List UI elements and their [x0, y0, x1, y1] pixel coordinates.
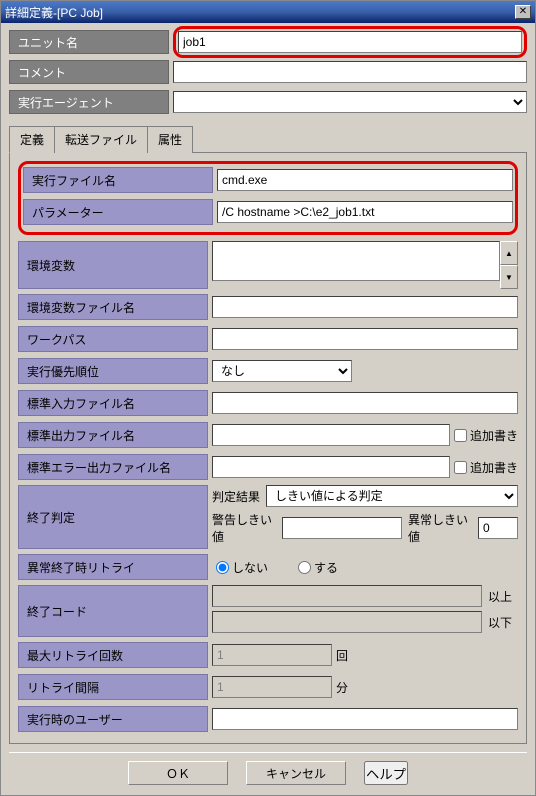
label-parameter: パラメーター: [23, 199, 213, 225]
label-env-var: 環境変数: [18, 241, 208, 289]
label-comment: コメント: [9, 60, 169, 84]
tab-definition[interactable]: 定義: [9, 126, 55, 153]
env-var-file-input[interactable]: [212, 296, 518, 318]
abn-thresh-input[interactable]: [478, 517, 518, 539]
tab-container: 定義 転送ファイル 属性 実行ファイル名 パラメーター 環境変数: [9, 125, 527, 744]
row-agent: 実行エージェント: [9, 89, 527, 115]
env-var-textarea[interactable]: [212, 241, 500, 281]
label-end-judge: 終了判定: [18, 485, 208, 549]
row-comment: コメント: [9, 59, 527, 85]
row-env-var: 環境変数 ▲ ▼: [18, 241, 518, 289]
tab-panel-definition: 実行ファイル名 パラメーター 環境変数 ▲ ▼: [9, 153, 527, 744]
tab-transfer-file[interactable]: 転送ファイル: [54, 126, 148, 153]
times-unit: 回: [336, 647, 366, 664]
dialog-window: 詳細定義-[PC Job] ✕ ユニット名 コメント 実行エージェント 定義 転…: [0, 0, 536, 796]
priority-select[interactable]: なし: [212, 360, 352, 382]
min-unit: 分: [336, 679, 366, 696]
label-env-var-file: 環境変数ファイル名: [18, 294, 208, 320]
label-work-path: ワークパス: [18, 326, 208, 352]
tab-attributes[interactable]: 属性: [147, 126, 193, 153]
highlight-unit-name: [173, 26, 527, 58]
stdout-append-checkbox[interactable]: [454, 429, 467, 442]
parameter-input[interactable]: [217, 201, 513, 223]
stderr-file-input[interactable]: [212, 456, 450, 478]
exec-user-input[interactable]: [212, 708, 518, 730]
warn-thresh-input[interactable]: [282, 517, 402, 539]
window-title: 詳細定義-[PC Job]: [5, 4, 103, 21]
label-exec-file: 実行ファイル名: [23, 167, 213, 193]
ok-button[interactable]: ＯＫ: [128, 761, 228, 785]
button-bar: ＯＫ キャンセル ヘルプ: [9, 752, 527, 791]
retry-yes-radio[interactable]: [298, 561, 311, 574]
below-label: 以下: [488, 614, 518, 631]
judge-result-select[interactable]: しきい値による判定: [266, 485, 518, 507]
label-abn-thresh: 異常しきい値: [408, 511, 472, 545]
label-agent: 実行エージェント: [9, 90, 169, 114]
label-exec-user: 実行時のユーザー: [18, 706, 208, 732]
env-scroll: ▲ ▼: [500, 241, 518, 289]
label-stdin-file: 標準入力ファイル名: [18, 390, 208, 416]
titlebar: 詳細定義-[PC Job] ✕: [1, 1, 535, 23]
label-unit-name: ユニット名: [9, 30, 169, 54]
label-warn-thresh: 警告しきい値: [212, 511, 276, 545]
stdin-file-input[interactable]: [212, 392, 518, 414]
retry-no-label: しない: [232, 559, 268, 576]
scroll-up-icon[interactable]: ▲: [500, 241, 518, 265]
label-retry-interval: リトライ間隔: [18, 674, 208, 700]
stdout-file-input[interactable]: [212, 424, 450, 446]
cancel-button[interactable]: キャンセル: [246, 761, 346, 785]
exec-file-input[interactable]: [217, 169, 513, 191]
help-button[interactable]: ヘルプ: [364, 761, 408, 785]
retry-yes-label: する: [314, 559, 338, 576]
scroll-down-icon[interactable]: ▼: [500, 265, 518, 289]
form-body: ユニット名 コメント 実行エージェント 定義 転送ファイル 属性 実行ファ: [1, 23, 535, 795]
label-priority: 実行優先順位: [18, 358, 208, 384]
label-retry-on-fail: 異常終了時リトライ: [18, 554, 208, 580]
stderr-append-label: 追加書き: [470, 459, 518, 476]
retry-interval-input: [212, 676, 332, 698]
above-label: 以上: [488, 588, 518, 605]
max-retry-input: [212, 644, 332, 666]
exit-code-from-input: [212, 585, 482, 607]
highlight-exec-params: 実行ファイル名 パラメーター: [18, 161, 518, 235]
label-judge-result: 判定結果: [212, 488, 260, 505]
tab-strip: 定義 転送ファイル 属性: [9, 125, 527, 153]
label-exit-code: 終了コード: [18, 585, 208, 637]
exit-code-to-input: [212, 611, 482, 633]
close-icon[interactable]: ✕: [515, 5, 531, 19]
label-stdout-file: 標準出力ファイル名: [18, 422, 208, 448]
row-unit-name: ユニット名: [9, 29, 527, 55]
label-max-retry: 最大リトライ回数: [18, 642, 208, 668]
stdout-append-label: 追加書き: [470, 427, 518, 444]
work-path-input[interactable]: [212, 328, 518, 350]
label-stderr-file: 標準エラー出力ファイル名: [18, 454, 208, 480]
unit-name-input[interactable]: [178, 31, 522, 53]
stderr-append-checkbox[interactable]: [454, 461, 467, 474]
retry-no-radio[interactable]: [216, 561, 229, 574]
agent-select[interactable]: [173, 91, 527, 113]
comment-input[interactable]: [173, 61, 527, 83]
